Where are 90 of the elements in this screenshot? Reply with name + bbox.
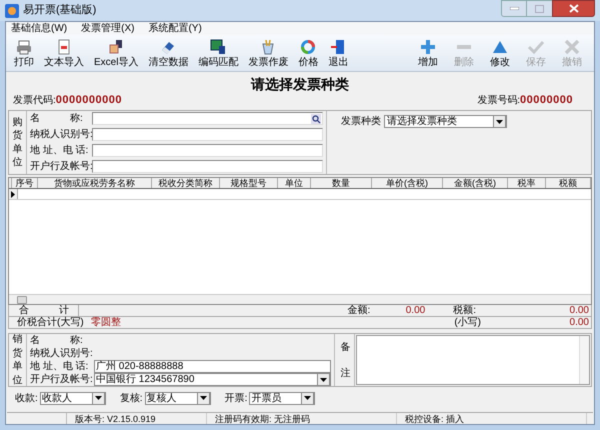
status-text: 版本号: V2.15.0.919 <box>67 413 207 424</box>
input-field[interactable] <box>92 128 323 142</box>
form-heading: 请选择发票种类 <box>250 75 350 93</box>
minimize-button[interactable] <box>501 0 527 17</box>
invoice-type-dropdown[interactable]: 请选择发票种类 <box>384 115 507 128</box>
menu-item[interactable]: 系统配置(Y) <box>146 21 204 36</box>
toolbar-button[interactable]: 修改 <box>486 36 514 69</box>
window-title: 易开票(基础版) <box>23 3 96 18</box>
column-header[interactable]: 单价(含税) <box>372 178 443 188</box>
close-button[interactable] <box>552 0 595 17</box>
field-label: 名 称: <box>30 334 84 348</box>
input-field[interactable] <box>92 160 323 173</box>
field-label: 开户行及帐号: <box>30 372 94 387</box>
printer-icon <box>16 39 32 55</box>
bank-account-dropdown[interactable]: 中国银行 1234567890 <box>94 373 331 386</box>
toolbar-button[interactable]: 价格 <box>294 36 322 69</box>
triangle-icon <box>492 39 508 55</box>
field-label: 收款: <box>15 392 38 406</box>
column-header[interactable]: 数量 <box>311 178 372 188</box>
menu-item[interactable]: 发票管理(X) <box>79 21 136 36</box>
check-icon <box>528 39 544 55</box>
total-in-figures: 0.00 <box>568 316 590 330</box>
toolbar-button[interactable]: 发票作废 <box>244 36 292 69</box>
field-label: 地 址、电 话: <box>30 360 90 374</box>
person-dropdown[interactable]: 复核人 <box>144 392 211 404</box>
remarks-label: 注 <box>340 366 350 380</box>
column-header[interactable]: 税率 <box>508 178 546 188</box>
input-field[interactable]: 广州 020-88888888 <box>94 360 331 373</box>
app-logo-icon <box>5 4 19 18</box>
status-text: 税控设备: 插入 <box>397 413 587 424</box>
search-icon[interactable] <box>311 114 321 124</box>
eraser-icon <box>160 39 176 55</box>
exit-icon <box>330 39 346 55</box>
column-header[interactable]: 规格型号 <box>220 178 278 188</box>
toolbar-button[interactable]: 打印 <box>10 36 38 69</box>
total-amount: 0.00 <box>404 304 426 318</box>
horizontal-scrollbar[interactable] <box>9 294 591 304</box>
minimize-icon <box>510 7 518 10</box>
total-in-words: 零圆整 <box>91 316 121 330</box>
section-label: 销货单位 <box>12 333 22 387</box>
column-header[interactable]: 税收分类简称 <box>152 178 220 188</box>
vertical-scrollbar[interactable] <box>579 336 589 384</box>
remarks-label: 备 <box>340 340 350 354</box>
toolbar-button[interactable]: Excel导入 <box>90 36 142 69</box>
field-label: 发票代码: <box>13 94 56 108</box>
field-label: 地 址、电 话: <box>30 144 90 158</box>
menu-item[interactable]: 基础信息(W) <box>9 21 70 36</box>
column-header[interactable]: 单位 <box>278 178 311 188</box>
field-label: 价税合计(大写) <box>16 316 85 330</box>
toolbar-button[interactable]: 编码匹配 <box>194 36 242 69</box>
cross-icon <box>564 39 580 55</box>
total-tax: 0.00 <box>568 304 590 318</box>
input-field[interactable] <box>92 144 323 157</box>
plus-icon <box>420 39 436 55</box>
toolbar-button[interactable]: 退出 <box>324 36 352 69</box>
field-label: 开票: <box>224 392 248 406</box>
field-label: 发票种类 <box>341 115 381 129</box>
input-field[interactable] <box>92 112 323 126</box>
field-label: 发票号码: <box>477 94 520 108</box>
field-label: 金额: <box>347 304 370 318</box>
invoice-code: 0000000000 <box>56 92 122 108</box>
field-label: 税额: <box>453 304 476 316</box>
toolbar-button[interactable]: 清空数据 <box>144 36 192 69</box>
column-header[interactable]: 税额 <box>546 178 591 188</box>
field-label: (小写) <box>454 316 481 330</box>
person-dropdown[interactable]: 收款人 <box>40 392 106 404</box>
hand-icon <box>108 39 124 55</box>
close-icon <box>568 4 578 13</box>
field-label: 复核: <box>120 392 143 406</box>
document-icon <box>56 39 72 55</box>
pencil-cup-icon <box>260 39 276 55</box>
section-label: 购货单位 <box>12 116 22 170</box>
field-label: 开户行及帐号: <box>30 160 92 174</box>
field-label: 纳税人识别号: <box>30 346 94 360</box>
field-label: 名 称: <box>30 112 84 126</box>
column-header[interactable]: 金额(含税) <box>443 178 508 188</box>
toolbar-button[interactable]: 增加 <box>414 36 442 69</box>
field-label: 纳税人识别号: <box>30 128 92 142</box>
status-text: 注册码有效期: 无注册码 <box>207 413 397 424</box>
column-header[interactable]: 货物或应税劳务名称 <box>38 178 152 188</box>
maximize-icon <box>535 4 544 12</box>
toolbar-button[interactable]: 文本导入 <box>40 36 88 69</box>
monitor-icon <box>210 39 226 55</box>
person-dropdown[interactable]: 开票员 <box>249 392 316 404</box>
ring-icon <box>300 39 316 55</box>
remarks-field[interactable] <box>356 335 590 385</box>
maximize-button[interactable] <box>527 0 552 17</box>
totals-label: 合 计 <box>9 305 79 316</box>
invoice-number: 00000000 <box>520 92 573 108</box>
column-header[interactable]: 序号 <box>12 178 38 188</box>
